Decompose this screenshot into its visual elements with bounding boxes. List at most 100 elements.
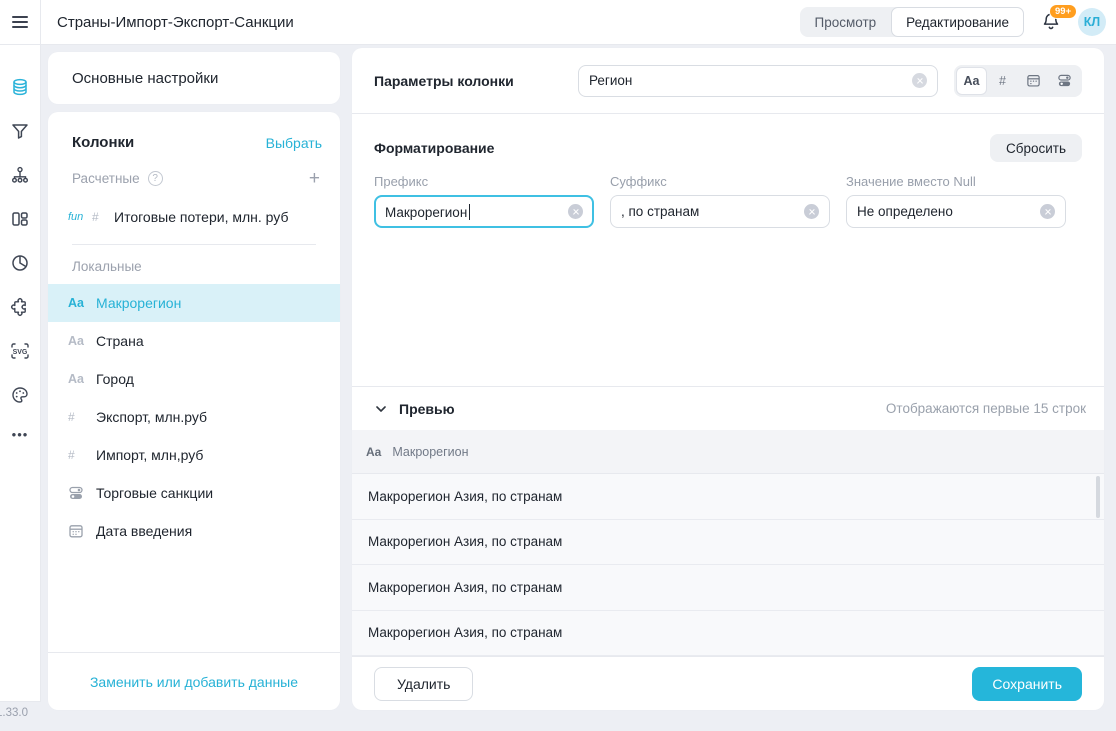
number-type-icon: #: [68, 448, 90, 462]
preview-row: Макрорегион Азия, по странам: [352, 611, 1104, 657]
column-params-panel: Параметры колонки Регион Aa #: [352, 48, 1104, 710]
delete-button[interactable]: Удалить: [374, 667, 473, 701]
more-tools-button[interactable]: •••: [12, 427, 29, 442]
null-value: Не определено: [857, 204, 953, 219]
number-type-icon: #: [68, 410, 90, 424]
calendar-icon: [1026, 73, 1041, 88]
page-title: Страны-Импорт-Экспорт-Санкции: [57, 14, 294, 31]
topbar-actions: Просмотр Редактирование 99+ КЛ: [800, 7, 1107, 37]
dataset-icon[interactable]: [0, 65, 41, 109]
null-value-input[interactable]: Не определено: [846, 195, 1066, 228]
column-item-label: Импорт, млн,руб: [96, 447, 203, 463]
edit-mode-button[interactable]: Редактирование: [891, 7, 1024, 37]
column-item-label: Город: [96, 371, 134, 387]
layout-icon[interactable]: [0, 197, 41, 241]
prefix-value: Макрорегион: [385, 204, 470, 220]
select-columns-link[interactable]: Выбрать: [266, 135, 322, 151]
clear-icon[interactable]: [568, 204, 583, 219]
column-item-label: Дата введения: [96, 523, 192, 539]
prefix-field: Префикс Макрорегион: [374, 174, 594, 228]
preview-note: Отображаются первые 15 строк: [886, 401, 1086, 416]
preview-scrollbar[interactable]: [1096, 476, 1100, 518]
column-name-input[interactable]: Регион: [578, 65, 938, 97]
replace-data-link: Заменить или добавить данные: [90, 674, 298, 690]
column-item-sankcii[interactable]: Торговые санкции: [48, 474, 340, 512]
clear-icon[interactable]: [912, 73, 927, 88]
suffix-value: , по странам: [621, 204, 699, 219]
preview-row: Макрорегион Азия, по странам: [352, 520, 1104, 566]
column-item-makroregion[interactable]: Aa Макрорегион: [48, 284, 340, 322]
notifications-button[interactable]: 99+: [1040, 11, 1062, 33]
calculated-section-row: Расчетные ? +: [48, 151, 340, 188]
calculated-column-item[interactable]: fun # Итоговые потери, млн. руб: [48, 198, 340, 236]
formula-icon: fun: [68, 211, 92, 223]
prefix-input[interactable]: Макрорегион: [374, 195, 594, 228]
type-number-option[interactable]: #: [987, 67, 1018, 95]
clear-icon[interactable]: [1040, 204, 1055, 219]
calculated-column-label: Итоговые потери, млн. руб: [114, 209, 288, 225]
replace-data-row[interactable]: Заменить или добавить данные: [48, 652, 340, 710]
column-item-import[interactable]: # Импорт, млн,руб: [48, 436, 340, 474]
left-icon-rail: SVG •••: [0, 45, 41, 702]
plugin-puzzle-icon[interactable]: [0, 285, 41, 329]
save-button[interactable]: Сохранить: [972, 667, 1082, 701]
menu-cell: [0, 0, 41, 44]
preview-row: Макрорегион Азия, по странам: [352, 565, 1104, 611]
svg-text:SVG: SVG: [13, 349, 28, 356]
formatting-header: Форматирование Сбросить: [374, 134, 1082, 162]
view-mode-button[interactable]: Просмотр: [800, 7, 892, 37]
help-icon[interactable]: ?: [148, 171, 163, 186]
type-text-option[interactable]: Aa: [956, 67, 987, 95]
column-item-label: Торговые санкции: [96, 485, 213, 501]
reset-button[interactable]: Сбросить: [990, 134, 1082, 162]
preview-column-header: Aa Макрорегион: [352, 430, 1104, 474]
user-avatar[interactable]: КЛ: [1078, 8, 1106, 36]
text-type-icon: Aa: [68, 372, 84, 386]
local-columns-label: Локальные: [48, 245, 340, 284]
suffix-label: Суффикс: [610, 174, 830, 189]
formatting-fields: Префикс Макрорегион Суффикс , по странам…: [374, 174, 1066, 228]
svg-export-icon[interactable]: SVG: [0, 329, 41, 373]
column-item-data-vvedeniya[interactable]: Дата введения: [48, 512, 340, 550]
suffix-input[interactable]: , по странам: [610, 195, 830, 228]
preview-table: Aa Макрорегион Макрорегион Азия, по стра…: [352, 430, 1104, 656]
pie-chart-icon[interactable]: [0, 241, 41, 285]
preview-row: Макрорегион Азия, по странам: [352, 474, 1104, 520]
chevron-down-icon[interactable]: [374, 402, 388, 416]
hamburger-menu-icon[interactable]: [12, 16, 28, 28]
preview-column-name: Макрорегион: [392, 445, 468, 459]
columns-header: Колонки Выбрать: [48, 112, 340, 151]
column-item-strana[interactable]: Aa Страна: [48, 322, 340, 360]
column-item-label: Страна: [96, 333, 144, 349]
formatting-title: Форматирование: [374, 140, 494, 156]
column-type-switch: Aa #: [954, 65, 1082, 97]
notification-badge: 99+: [1049, 4, 1077, 19]
type-date-option[interactable]: [1018, 67, 1049, 95]
suffix-field: Суффикс , по странам: [610, 174, 830, 228]
column-params-header: Параметры колонки Регион Aa #: [352, 48, 1104, 114]
column-item-gorod[interactable]: Aa Город: [48, 360, 340, 398]
text-type-icon: Aa: [68, 334, 84, 348]
calculated-label: Расчетные: [72, 171, 140, 186]
preview-header: Превью Отображаются первые 15 строк: [374, 387, 1086, 430]
type-boolean-option[interactable]: [1049, 67, 1080, 95]
column-name-value: Регион: [589, 73, 632, 88]
filter-icon[interactable]: [0, 109, 41, 153]
text-type-icon: Aa: [68, 296, 84, 310]
clear-icon[interactable]: [804, 204, 819, 219]
date-type-icon: [68, 523, 92, 539]
column-item-label: Экспорт, млн.руб: [96, 409, 207, 425]
text-type-icon: Aa: [366, 445, 381, 459]
column-item-eksport[interactable]: # Экспорт, млн.руб: [48, 398, 340, 436]
null-value-label: Значение вместо Null: [846, 174, 1066, 189]
general-settings-label: Основные настройки: [72, 70, 218, 87]
column-params-title: Параметры колонки: [374, 73, 574, 89]
hierarchy-icon[interactable]: [0, 153, 41, 197]
add-calculated-column-button[interactable]: +: [309, 169, 320, 188]
number-type-icon: #: [92, 210, 114, 224]
mode-switch: Просмотр Редактирование: [800, 7, 1025, 37]
text-cursor: [469, 204, 470, 220]
palette-icon[interactable]: [0, 373, 41, 417]
general-settings-card[interactable]: Основные настройки: [48, 52, 340, 104]
columns-title: Колонки: [72, 134, 134, 151]
